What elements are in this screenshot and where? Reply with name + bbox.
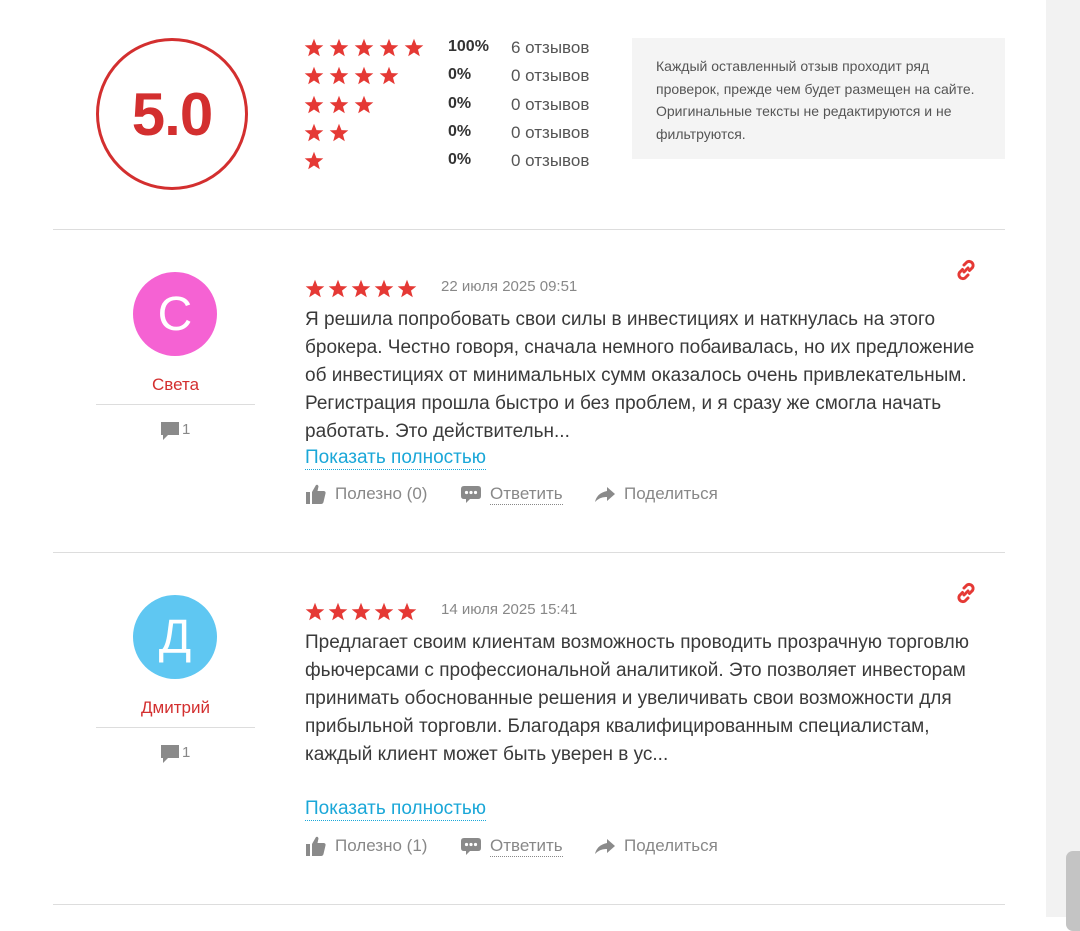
comment-count: 1 [182,421,191,438]
reply-button[interactable]: Ответить [460,835,563,857]
two-star-icon [304,123,349,142]
show-more-link[interactable]: Показать полностью [305,798,486,821]
moderation-notice: Каждый оставленный отзыв проходит ряд пр… [632,38,1005,159]
share-label: Поделиться [624,836,718,855]
chat-dots-icon [461,486,481,503]
reply-label: Ответить [490,483,563,505]
avatar: С [133,272,217,356]
avatar: Д [133,595,217,679]
review-rating-stars-icon [305,279,417,298]
share-label: Поделиться [624,484,718,503]
distribution-percent: 0% [448,151,472,168]
show-more-link[interactable]: Показать полностью [305,447,486,470]
distribution-count: 0 отзывов [511,151,590,170]
helpful-label: Полезно (0) [335,484,428,503]
helpful-button[interactable]: Полезно (0) [305,483,427,505]
reply-label: Ответить [490,835,563,857]
review-date: 14 июля 2025 15:41 [441,601,578,618]
author-divider [96,727,255,728]
chain-link-icon[interactable] [953,257,979,283]
author-name[interactable]: Света [96,375,255,395]
review-date: 22 июля 2025 09:51 [441,278,578,295]
five-star-icon [304,38,424,57]
review-text: Предлагает своим клиентам возможность пр… [305,632,969,765]
share-arrow-icon [595,487,615,502]
average-rating-value: 5.0 [131,80,213,148]
distribution-count: 0 отзывов [511,95,590,114]
scrollbar-thumb[interactable] [1066,851,1080,931]
one-star-icon [304,151,324,170]
comment-count-badge[interactable]: 1 [159,743,190,765]
distribution-percent: 100% [448,38,489,55]
chain-link-icon[interactable] [953,580,979,606]
review-card: Д Дмитрий 1 14 июля 2025 15:41 Предлагае… [0,553,1046,875]
speech-bubble-icon [161,422,179,440]
distribution-percent: 0% [448,123,472,140]
share-button[interactable]: Поделиться [594,835,718,857]
review-card: С Света 1 22 июля 2025 09:51 Я решила по… [0,230,1046,552]
review-rating-stars-icon [305,602,417,621]
distribution-count: 0 отзывов [511,66,590,85]
average-rating-circle: 5.0 [96,38,248,190]
author-divider [96,404,255,405]
thumbs-up-icon [306,836,326,856]
distribution-percent: 0% [448,95,472,112]
four-star-icon [304,66,399,85]
share-arrow-icon [595,839,615,854]
helpful-label: Полезно (1) [335,836,428,855]
comment-count: 1 [182,744,191,761]
three-star-icon [304,95,374,114]
divider [53,904,1005,905]
scrollbar-track[interactable] [1046,0,1080,931]
share-button[interactable]: Поделиться [594,483,718,505]
review-text: Я решила попробовать свои силы в инвести… [305,309,975,442]
thumbs-up-icon [306,484,326,504]
reply-button[interactable]: Ответить [460,483,563,505]
distribution-percent: 0% [448,66,472,83]
helpful-button[interactable]: Полезно (1) [305,835,427,857]
speech-bubble-icon [161,745,179,763]
chat-dots-icon [461,838,481,855]
author-name[interactable]: Дмитрий [96,698,255,718]
comment-count-badge[interactable]: 1 [159,420,190,442]
distribution-count: 6 отзывов [511,38,590,57]
distribution-count: 0 отзывов [511,123,590,142]
